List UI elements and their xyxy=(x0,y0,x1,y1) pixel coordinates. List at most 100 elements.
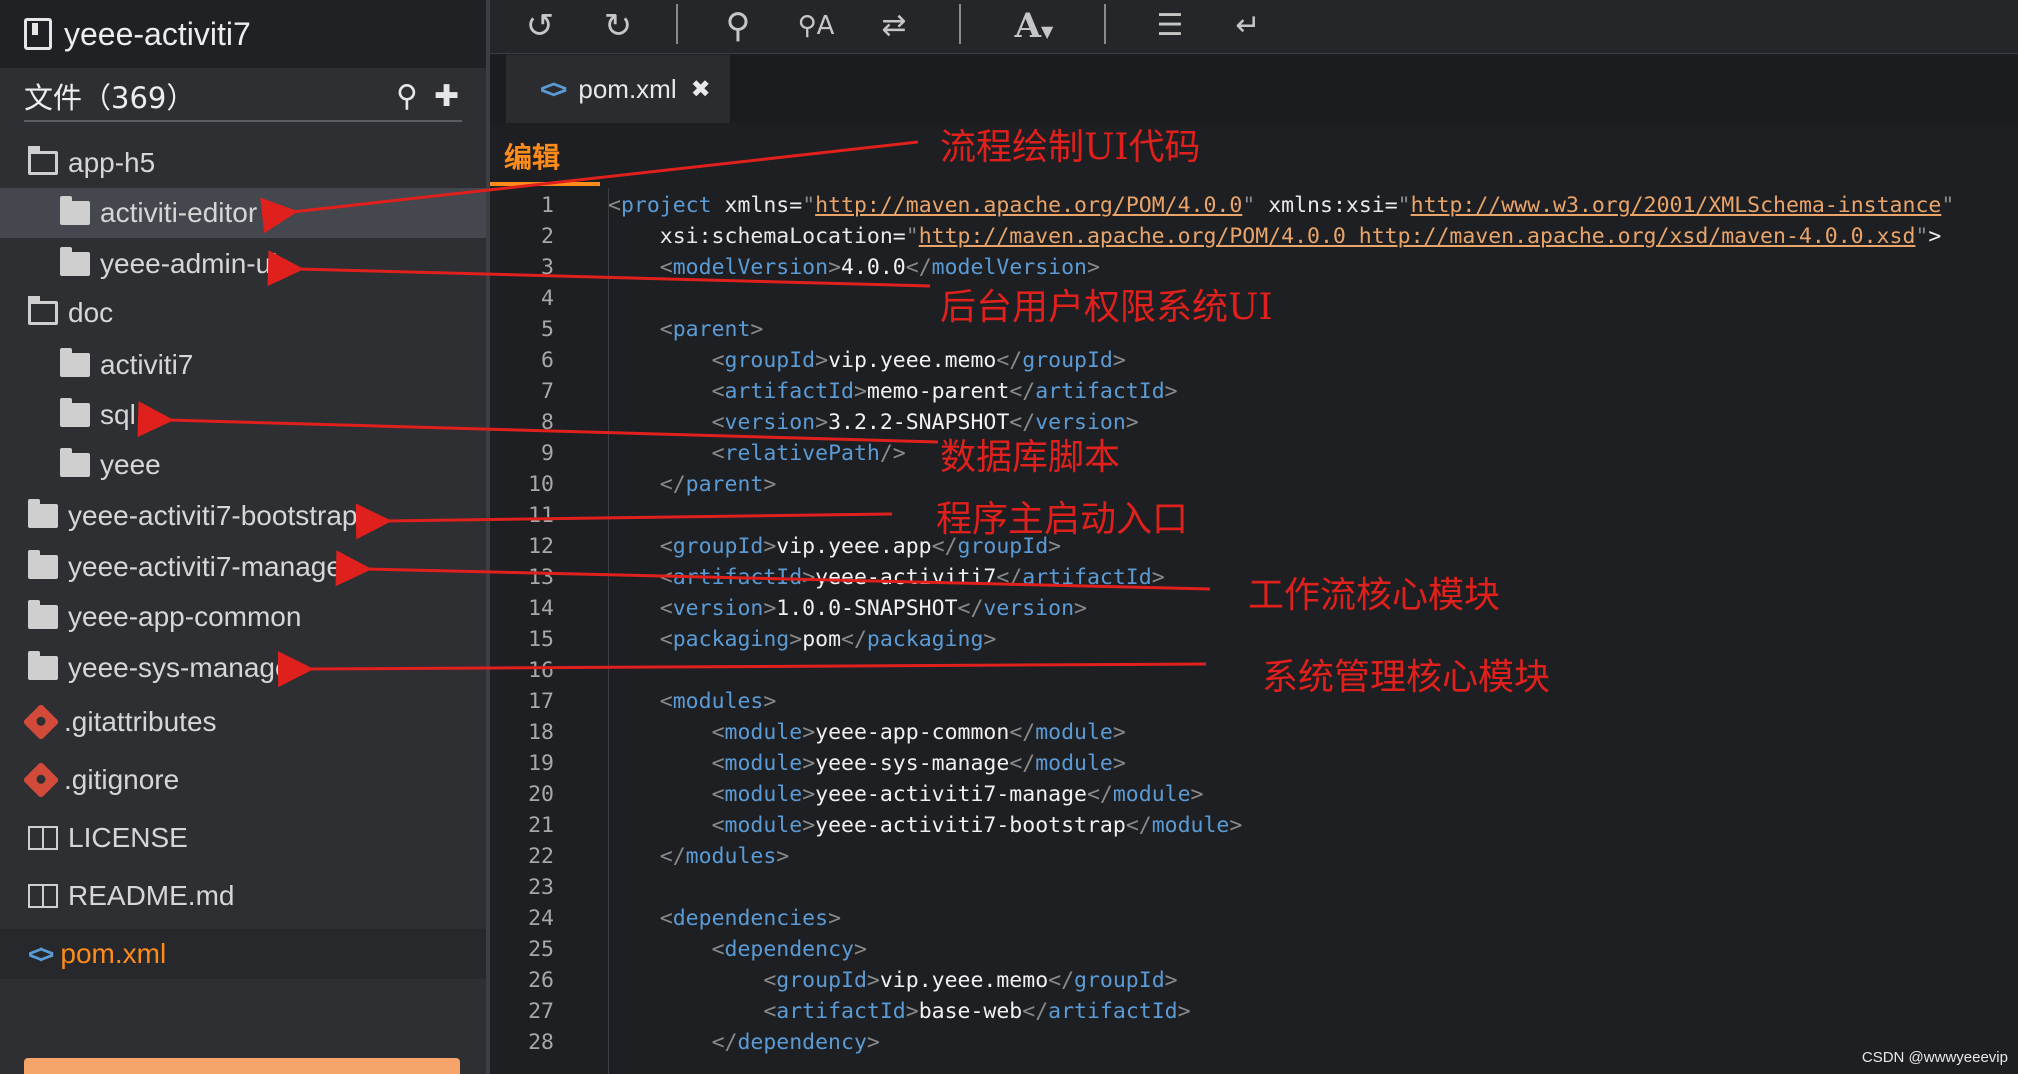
tree-item-label: activiti-editor xyxy=(100,197,258,228)
git-icon xyxy=(22,703,60,741)
code-line[interactable]: 18 <module>yeee-app-common</module> xyxy=(490,717,2018,749)
tree-folder-yeee[interactable]: yeee xyxy=(0,440,486,490)
code-text: </dependency> xyxy=(711,1030,880,1055)
line-number: 19 xyxy=(528,751,554,776)
code-text: xsi:schemaLocation="http://maven.apache.… xyxy=(659,224,1942,249)
line-number: 7 xyxy=(541,379,554,404)
font-size-icon[interactable]: A▼ xyxy=(1004,6,1064,46)
code-line[interactable]: 17 <modules> xyxy=(490,686,2018,718)
code-line[interactable]: 27 <artifactId>base-web</artifactId> xyxy=(490,996,2018,1028)
code-line[interactable]: 7 <artifactId>memo-parent</artifactId> xyxy=(490,376,2018,408)
edit-mode-label[interactable]: 编辑 xyxy=(504,136,560,176)
annotation-label: 工作流核心模块 xyxy=(1248,575,1501,616)
code-line[interactable]: 25 <dependency> xyxy=(490,934,2018,966)
code-text: <groupId>vip.yeee.memo</groupId> xyxy=(711,348,1126,373)
line-number: 1 xyxy=(541,193,554,218)
annotation-label: 流程绘制UI代码 xyxy=(940,127,1201,168)
code-text: <version>1.0.0-SNAPSHOT</version> xyxy=(659,596,1087,621)
line-number: 14 xyxy=(528,596,554,621)
undo-icon[interactable]: ↺ xyxy=(520,6,560,46)
code-line[interactable]: 15 <packaging>pom</packaging> xyxy=(490,624,2018,656)
watermark: CSDN @wwwyeeevip xyxy=(1861,1049,2008,1066)
bottom-button[interactable] xyxy=(24,1058,460,1074)
tree-folder-manage[interactable]: yeee-activiti7-manage xyxy=(0,542,486,592)
tree-file-pom[interactable]: <> pom.xml xyxy=(0,929,486,979)
add-file-icon[interactable]: ✚ xyxy=(434,82,459,112)
code-line[interactable]: 12 <groupId>vip.yeee.app</groupId> xyxy=(490,531,2018,563)
folder-icon xyxy=(28,600,58,629)
annotation-label: 程序主启动入口 xyxy=(936,499,1189,540)
line-number: 5 xyxy=(541,317,554,342)
line-number: 11 xyxy=(528,503,554,528)
code-line[interactable]: 9 <relativePath/> xyxy=(490,438,2018,470)
annotation-label: 数据库脚本 xyxy=(940,437,1121,478)
tree-folder-doc[interactable]: doc xyxy=(0,288,486,338)
tree-folder-bootstrap[interactable]: yeee-activiti7-bootstrap xyxy=(0,491,486,541)
folder-icon xyxy=(60,348,90,377)
folder-icon xyxy=(28,550,58,579)
search-icon[interactable]: ⚲ xyxy=(396,82,418,112)
code-line[interactable]: 23 xyxy=(490,872,2018,904)
code-line[interactable]: 22 </modules> xyxy=(490,841,2018,873)
edit-mode-underline xyxy=(490,182,600,186)
list-icon[interactable]: ☰ xyxy=(1150,6,1190,46)
code-text: <project xmlns="http://maven.apache.org/… xyxy=(608,193,1955,218)
code-text: <module>yeee-activiti7-manage</module> xyxy=(711,782,1204,807)
folder-icon xyxy=(28,499,58,528)
code-line[interactable]: 2 xsi:schemaLocation="http://maven.apach… xyxy=(490,221,2018,253)
code-line[interactable]: 21 <module>yeee-activiti7-bootstrap</mod… xyxy=(490,810,2018,842)
tab-label: pom.xml xyxy=(578,73,677,104)
code-line[interactable]: 1 <project xmlns="http://maven.apache.org… xyxy=(490,190,2018,222)
folder-icon xyxy=(60,196,90,225)
code-text: </parent> xyxy=(659,472,777,497)
line-number: 6 xyxy=(541,348,554,373)
code-line[interactable]: 6 <groupId>vip.yeee.memo</groupId> xyxy=(490,345,2018,377)
tree-item-label: yeee xyxy=(100,449,161,480)
tree-file-readme[interactable]: README.md xyxy=(0,871,486,921)
line-number: 23 xyxy=(528,875,554,900)
files-header: 文件（369） ⚲ ✚ xyxy=(24,72,462,122)
code-line[interactable]: 24 <dependencies> xyxy=(490,903,2018,935)
annotation-label: 系统管理核心模块 xyxy=(1262,657,1551,698)
project-title: yeee-activiti7 xyxy=(64,15,251,52)
code-line[interactable]: 11 xyxy=(490,500,2018,532)
code-line[interactable]: 28 </dependency> xyxy=(490,1027,2018,1059)
tree-folder-sql[interactable]: sql xyxy=(0,390,486,440)
tree-item-label: yeee-admin-ui xyxy=(100,248,278,279)
close-tab-icon[interactable]: ✖ xyxy=(691,75,711,104)
tree-folder-sys-manage[interactable]: yeee-sys-manage xyxy=(0,643,486,693)
line-number: 16 xyxy=(528,658,554,683)
code-line[interactable]: 19 <module>yeee-sys-manage</module> xyxy=(490,748,2018,780)
line-number: 25 xyxy=(528,937,554,962)
tree-item-label: README.md xyxy=(68,880,235,911)
search-icon[interactable]: ⚲ xyxy=(718,6,758,46)
tree-file-license[interactable]: LICENSE xyxy=(0,813,486,863)
toolbar-separator xyxy=(1104,4,1106,44)
tab-pom-xml[interactable]: <> pom.xml ✖ xyxy=(506,55,730,123)
tree-folder-activiti7[interactable]: activiti7 xyxy=(0,340,486,390)
code-line[interactable]: 8 <version>3.2.2-SNAPSHOT</version> xyxy=(490,407,2018,439)
code-line[interactable]: 16 xyxy=(490,655,2018,687)
tree-folder-activiti-editor[interactable]: activiti-editor xyxy=(0,188,486,238)
search-replace-icon[interactable]: ⚲A xyxy=(796,6,836,46)
tree-folder-app-common[interactable]: yeee-app-common xyxy=(0,592,486,642)
code-line[interactable]: 20 <module>yeee-activiti7-manage</module… xyxy=(490,779,2018,811)
tree-item-label: yeee-app-common xyxy=(68,601,302,632)
tree-file-gitignore[interactable]: .gitignore xyxy=(0,755,486,805)
code-line[interactable]: 26 <groupId>vip.yeee.memo</groupId> xyxy=(490,965,2018,997)
tree-file-gitattributes[interactable]: .gitattributes xyxy=(0,697,486,747)
wrap-icon[interactable]: ↵ xyxy=(1228,6,1268,46)
line-number: 15 xyxy=(528,627,554,652)
tree-folder-yeee-admin-ui[interactable]: yeee-admin-ui xyxy=(0,239,486,289)
line-number: 26 xyxy=(528,968,554,993)
code-text: <dependency> xyxy=(711,937,867,962)
shuffle-icon[interactable]: ⇄ xyxy=(874,6,914,46)
editor-toolbar: ↺ ↻ ⚲ ⚲A ⇄ A▼ ☰ ↵ xyxy=(490,0,2018,54)
line-number: 12 xyxy=(528,534,554,559)
code-text: </modules> xyxy=(659,844,790,869)
code-line[interactable]: 10 </parent> xyxy=(490,469,2018,501)
tree-folder-app-h5[interactable]: app-h5 xyxy=(0,138,486,188)
redo-icon[interactable]: ↻ xyxy=(598,6,638,46)
book-icon xyxy=(28,826,58,850)
tree-item-label: yeee-sys-manage xyxy=(68,652,291,683)
